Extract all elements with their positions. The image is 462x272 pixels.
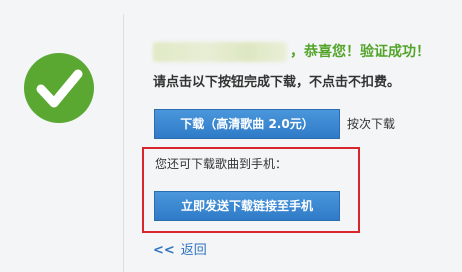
pay-per-download-label: 按次下载 <box>347 117 396 131</box>
back-link[interactable]: << 返回 <box>153 242 207 260</box>
verification-success-page: ，恭喜您！验证成功！ 请点击以下按钮完成下载，不点击不扣费。 下载（高清歌曲 2… <box>0 0 462 272</box>
checkmark-circle-icon <box>24 53 94 123</box>
vertical-divider <box>123 14 124 272</box>
send-link-to-phone-button[interactable]: 立即发送下载链接至手机 <box>154 191 340 221</box>
blurred-account-number <box>153 42 287 62</box>
download-hd-song-button[interactable]: 下载（高清歌曲 2.0元） <box>154 109 340 139</box>
back-link-label: 返回 <box>180 243 207 258</box>
download-instruction: 请点击以下按钮完成下载，不点击不扣费。 <box>153 75 401 90</box>
double-chevron-left-icon: << <box>153 243 175 258</box>
success-message: ，恭喜您！验证成功！ <box>290 44 430 60</box>
download-to-phone-prompt: 您还可下载歌曲到手机： <box>155 157 288 171</box>
